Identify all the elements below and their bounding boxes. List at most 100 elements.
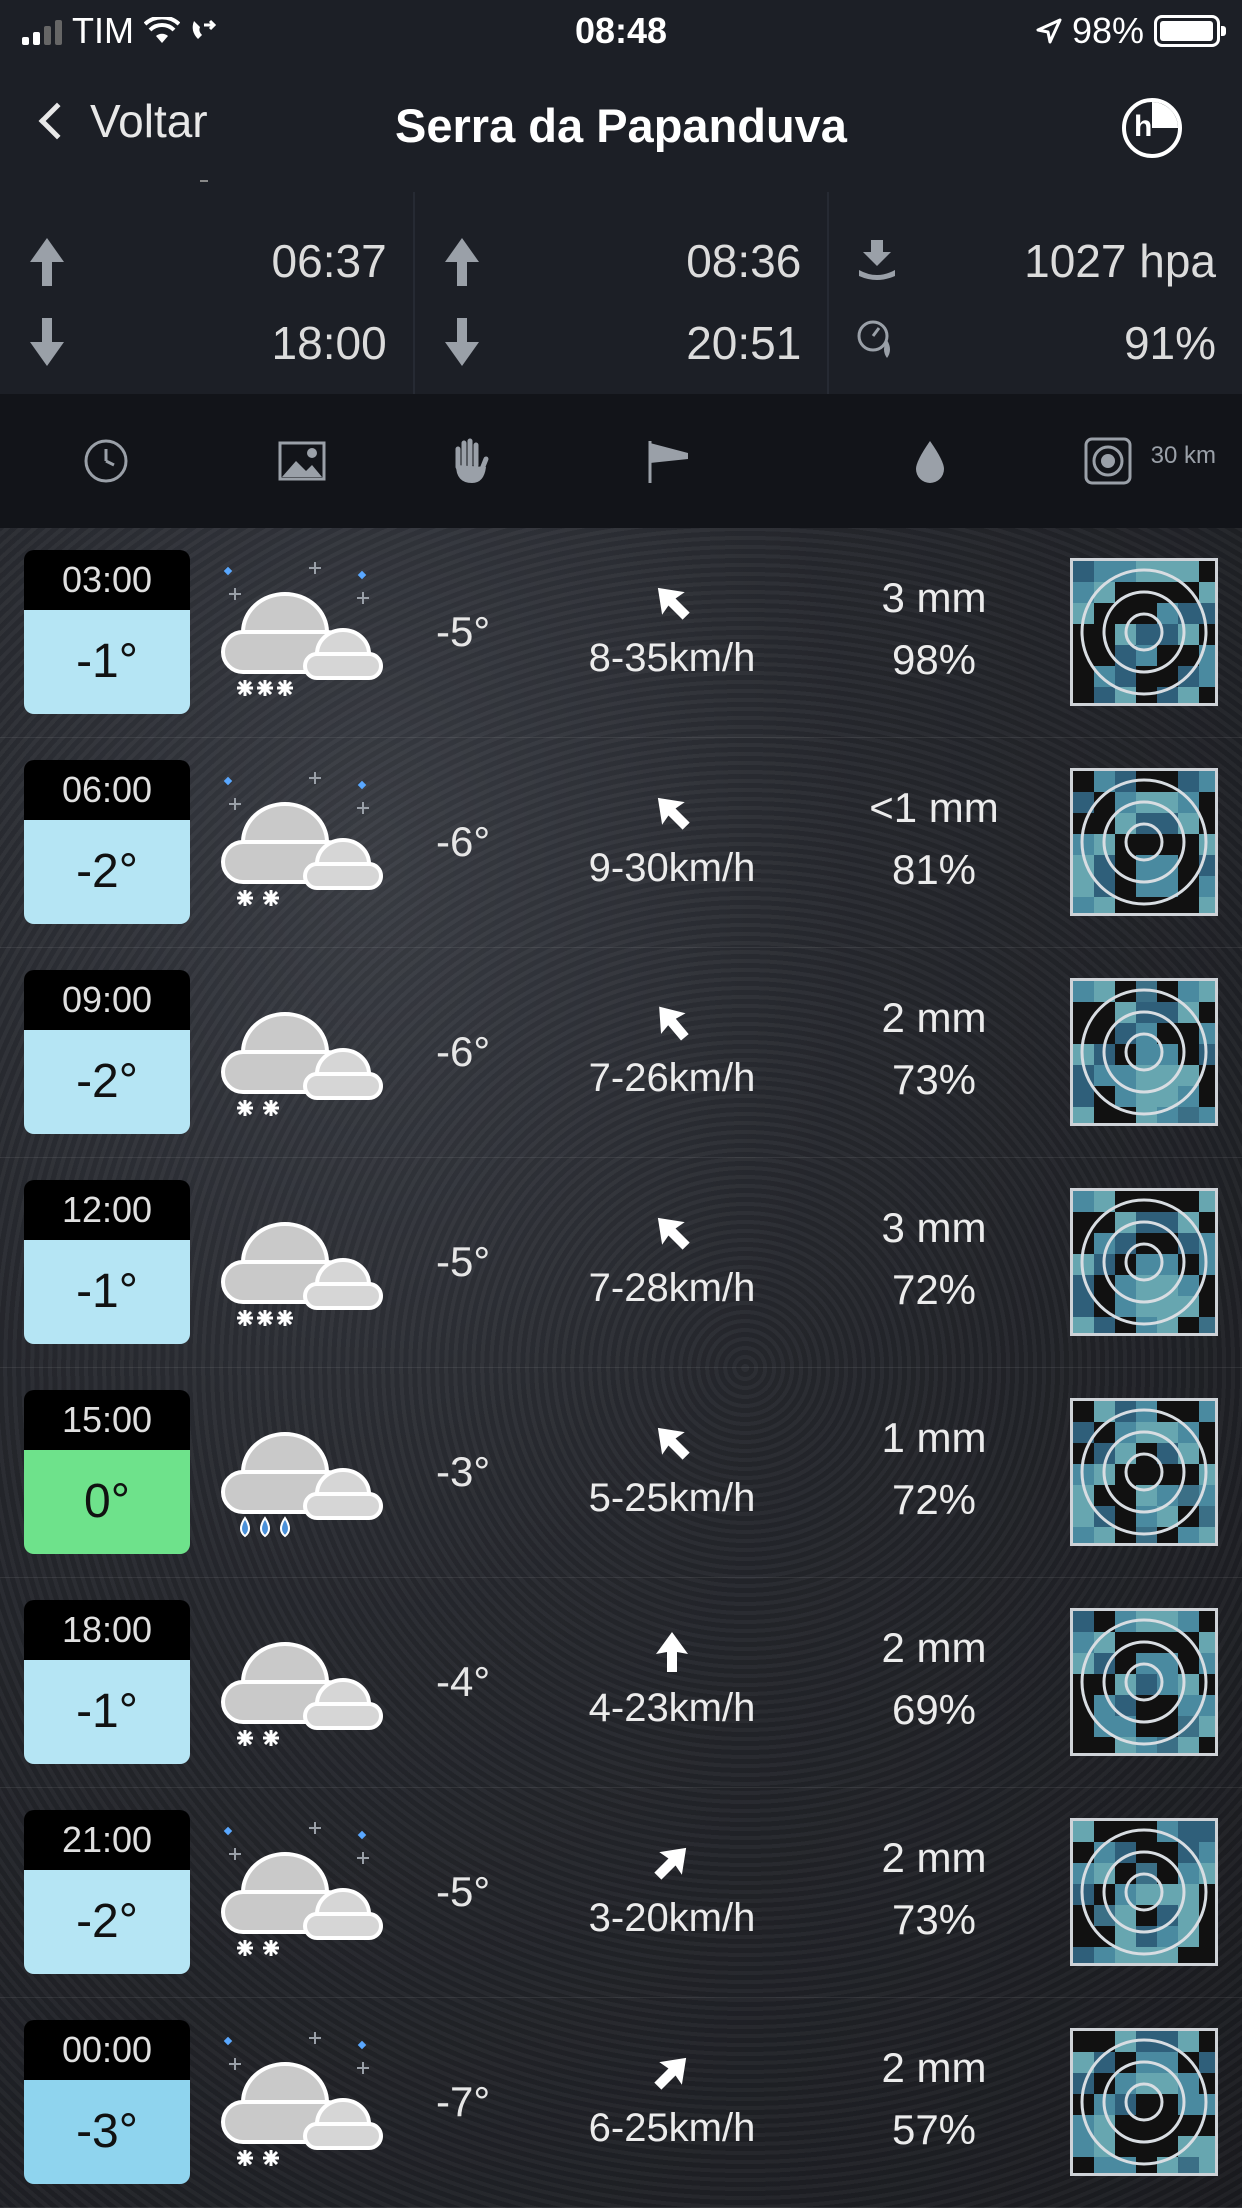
atmosphere: 1027 hpa 91% [829,192,1242,394]
radar-thumbnail[interactable] [1070,1818,1218,1966]
precipitation: 2 mm [881,994,987,1041]
sunset-arrow-icon [30,318,64,368]
weather-icon [215,1604,390,1754]
page-title: Serra da Papanduva [395,99,847,152]
radar-thumbnail[interactable] [1070,1398,1218,1546]
humidity-gauge-icon [857,320,891,358]
precipitation: 1 mm [881,1414,987,1461]
wind-direction-icon [642,2042,702,2102]
time-temp-box: 21:00 -2° [24,1810,190,1974]
feels-like-temp: -5° [436,1238,491,1285]
forecast-temperature: -1° [24,1240,190,1344]
wind-direction-icon [642,782,702,842]
forecast-row[interactable]: 18:00 -1° -4° 4-23km/h 2 mm 69% [0,1578,1242,1788]
forecast-temperature: -2° [24,820,190,924]
humidity: 69% [891,1686,977,1733]
divider-mark [200,180,208,182]
precipitation: 3 mm [881,574,987,621]
weather-icon [215,764,390,914]
forecast-time: 06:00 [24,760,190,820]
wind-flag-icon[interactable] [644,436,694,486]
sky-image-icon[interactable] [278,436,326,486]
forecast-time: 00:00 [24,2020,190,2080]
forecast-row[interactable]: 09:00 -2° -6° 7-26km/h 2 mm 73% [0,948,1242,1158]
sun-times: 06:37 18:00 [0,192,415,394]
forecast-temperature: -1° [24,610,190,714]
time-temp-box: 03:00 -1° [24,550,190,714]
drop-icon[interactable] [912,436,948,486]
humidity: 72% [891,1266,977,1313]
feels-like-temp: -6° [436,1028,491,1075]
weather-icon [215,2024,390,2174]
forecast-temperature: 0° [24,1450,190,1554]
time-temp-box: 18:00 -1° [24,1600,190,1764]
precipitation: 2 mm [881,1834,987,1881]
forecast-row[interactable]: 15:00 0° -3° 5-25km/h 1 mm 72% [0,1368,1242,1578]
hours-clock-button[interactable]: h [1122,98,1182,158]
wind-direction-icon [642,1622,702,1682]
wind-speed: 8-35km/h [588,636,756,680]
pressure-value: 1027 hpa [1024,235,1217,287]
wind-direction-icon [642,1832,702,1892]
precipitation: 2 mm [881,1624,987,1671]
battery-icon [1154,15,1226,47]
wind-speed: 7-28km/h [588,1266,756,1310]
wind-direction-icon [642,1202,702,1262]
humidity: 73% [891,1056,977,1103]
forecast-time: 15:00 [24,1390,190,1450]
feels-like-temp: -5° [436,1868,491,1915]
moonrise-time: 08:36 [686,235,802,287]
feels-hand-icon[interactable] [448,436,492,486]
column-header-row: 30 km [0,394,1242,528]
weather-icon [215,554,390,704]
radar-icon[interactable] [1084,436,1132,486]
moon-times: 08:36 20:51 [415,192,830,394]
wind-direction-icon [642,1412,702,1472]
forecast-row[interactable]: 00:00 -3° -7° 6-25km/h 2 mm 57% [0,1998,1242,2208]
time-temp-box: 00:00 -3° [24,2020,190,2184]
forecast-temperature: -1° [24,1660,190,1764]
navigation-bar: Voltar Serra da Papanduva h [0,62,1242,192]
battery-percent: 98% [1071,10,1144,51]
wind-speed: 9-30km/h [588,846,756,890]
forecast-row[interactable]: 03:00 -1° -5° 8-35km/h 3 mm 98% [0,528,1242,738]
humidity: 72% [891,1476,977,1523]
radar-thumbnail[interactable] [1070,1608,1218,1756]
hours-clock-icon: h [1134,110,1153,143]
wind-speed: 7-26km/h [588,1056,756,1100]
moonset-time: 20:51 [686,317,802,369]
humidity: 98% [891,636,977,683]
time-temp-box: 12:00 -1° [24,1180,190,1344]
forecast-time: 03:00 [24,550,190,610]
radar-thumbnail[interactable] [1070,1188,1218,1336]
moonset-arrow-icon [444,318,479,368]
wind-speed: 5-25km/h [588,1476,756,1520]
forecast-time: 12:00 [24,1180,190,1240]
radar-thumbnail[interactable] [1070,558,1218,706]
status-bar: TIM 08:48 98% [0,0,1242,62]
forecast-list[interactable]: 03:00 -1° -5° 8-35km/h 3 mm 98% 06:00 -2… [0,528,1242,2208]
weather-icon [215,974,390,1124]
weather-icon [215,1394,390,1544]
weather-icon [215,1184,390,1334]
feels-like-temp: -7° [436,2078,491,2125]
feels-like-temp: -5° [436,608,491,655]
radar-thumbnail[interactable] [1070,978,1218,1126]
precipitation: <1 mm [869,784,999,831]
radar-thumbnail[interactable] [1070,768,1218,916]
wind-direction-icon [642,572,702,632]
forecast-row[interactable]: 21:00 -2° -5° 3-20km/h 2 mm 73% [0,1788,1242,1998]
wind-speed: 4-23km/h [588,1686,756,1730]
forecast-time: 21:00 [24,1810,190,1870]
moonrise-arrow-icon [444,238,479,288]
forecast-row[interactable]: 06:00 -2° -6° 9-30km/h <1 mm 81% [0,738,1242,948]
time-temp-box: 09:00 -2° [24,970,190,1134]
sunset-time: 18:00 [271,317,387,369]
forecast-row[interactable]: 12:00 -1° -5° 7-28km/h 3 mm 72% [0,1158,1242,1368]
radar-thumbnail[interactable] [1070,2028,1218,2176]
location-arrow-icon [1036,18,1062,44]
humidity-value: 91% [1123,317,1217,369]
sunrise-arrow-icon [30,238,64,288]
clock-icon[interactable] [82,436,130,486]
forecast-time: 18:00 [24,1600,190,1660]
